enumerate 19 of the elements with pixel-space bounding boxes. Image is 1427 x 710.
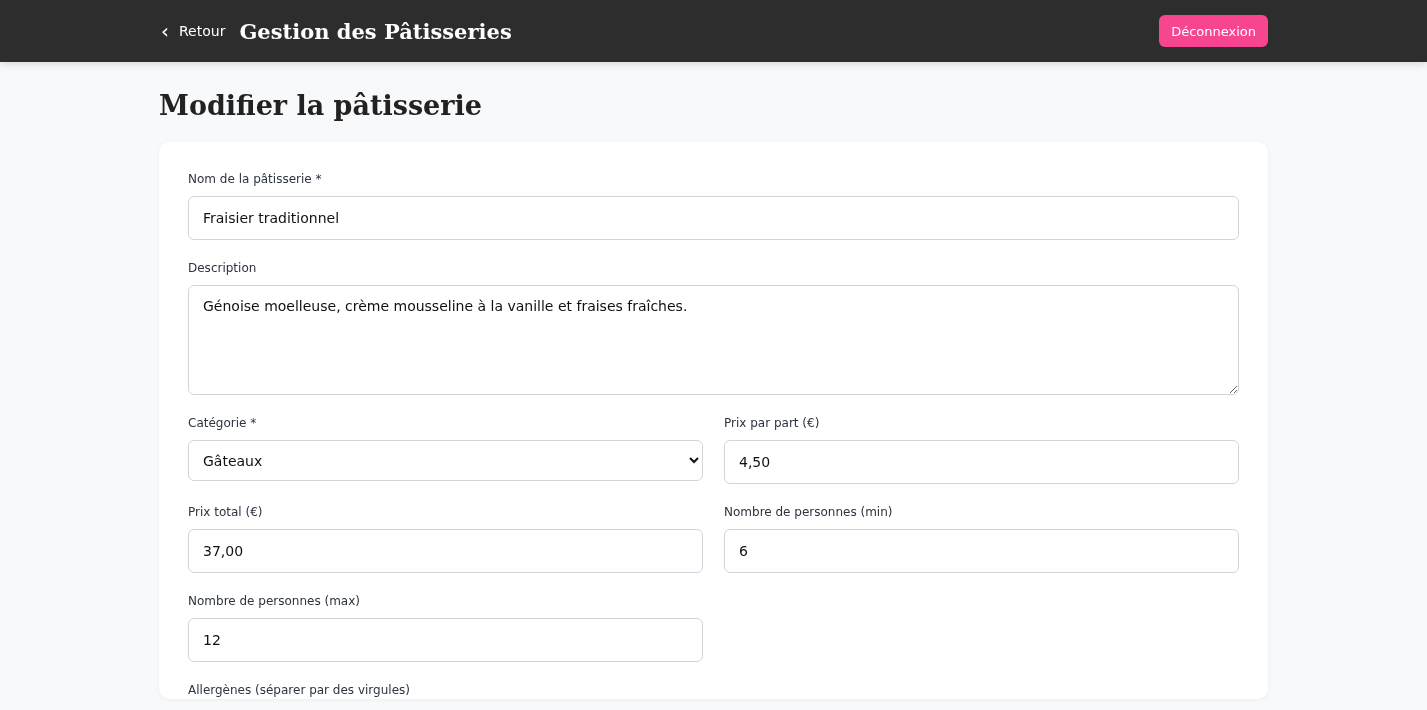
field-label: Catégorie * [188,415,258,432]
field-label: Prix total (€) [188,504,264,521]
field-label: Prix par part (€) [724,415,821,432]
text-input[interactable]: 37,00 [188,529,703,573]
page-title: Modifier la pâtisserie [159,89,483,123]
app-title: Gestion des Pâtisseries [239,18,512,44]
field-label: Nom de la pâtisserie * [188,171,323,188]
description-textarea[interactable]: Génoise moelleuse, crème mousseline à la vanille et fraises fraîches. [188,285,1239,395]
back-link[interactable]: ‹ Retour [159,21,226,41]
chevron-left-icon: ‹ [161,21,169,41]
category-select[interactable]: Gâteaux [188,440,703,481]
field-label: Description [188,260,258,277]
field-label: Allergènes (séparer par des virgules) [188,682,411,699]
field-label: Nombre de personnes (max) [188,593,361,610]
text-input[interactable]: 12 [188,618,703,662]
text-input[interactable]: 4,50 [724,440,1239,484]
field-label: Nombre de personnes (min) [724,504,894,521]
text-input[interactable]: 6 [724,529,1239,573]
text-input[interactable]: Fraisier traditionnel [188,196,1239,240]
